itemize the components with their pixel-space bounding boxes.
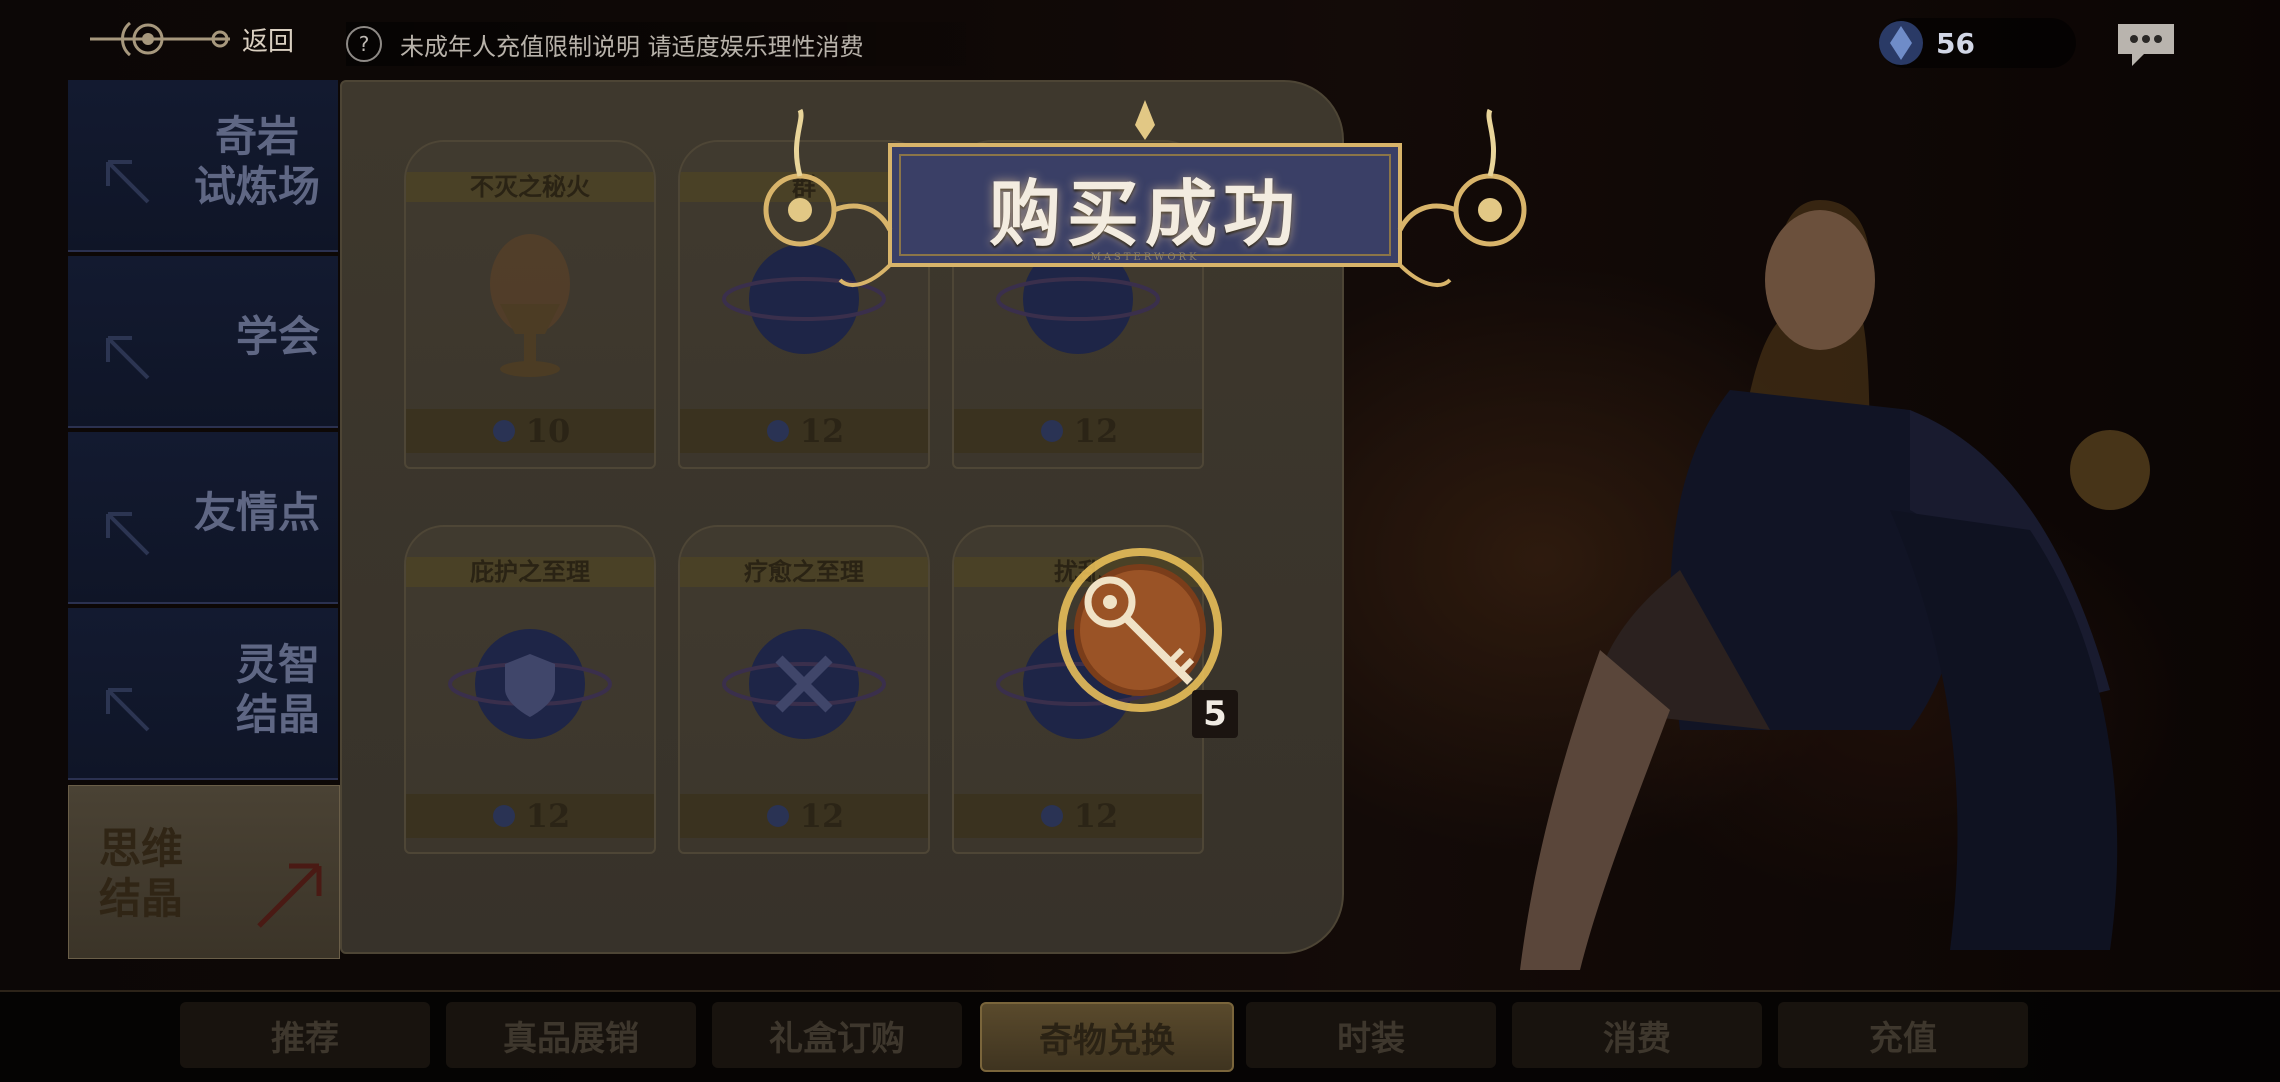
- product-card[interactable]: 不灭之秘火 10: [404, 140, 656, 469]
- bottom-tab-bar: 推荐 真品展销 礼盒订购 奇物兑换 时装 消费 充值: [0, 990, 2280, 1082]
- blue-token-icon: [1040, 805, 1063, 827]
- price-value: 12: [1073, 412, 1119, 450]
- price-tag: 12: [680, 409, 928, 453]
- tab-curio-exchange[interactable]: 奇物兑换: [980, 1002, 1234, 1072]
- price-value: 12: [799, 412, 845, 450]
- product-name: 疗愈之至理: [680, 557, 928, 587]
- price-value: 12: [525, 797, 571, 835]
- chat-icon[interactable]: [2114, 20, 2178, 70]
- product-card[interactable]: 疗愈之至理 12: [678, 525, 930, 854]
- blue-token-icon: [766, 420, 789, 442]
- category-label: 奇岩 试炼场: [193, 112, 320, 211]
- arrow-up-left-icon: [106, 160, 150, 204]
- top-bar: 返回 ? 未成年人充值限制说明 请适度娱乐理性消费 56: [0, 0, 2280, 80]
- price-tag: 12: [954, 409, 1202, 453]
- product-name: 庇护之至理: [406, 557, 654, 587]
- arrow-up-left-icon: [106, 512, 150, 556]
- purchase-success-title: 购买成功: [988, 171, 1301, 256]
- currency-display[interactable]: 56: [1879, 18, 2076, 68]
- price-tag: 12: [406, 794, 654, 838]
- price-value: 12: [1073, 797, 1119, 835]
- category-label: 思维 结晶: [99, 824, 184, 923]
- price-tag: 12: [680, 794, 928, 838]
- tab-recharge[interactable]: 充值: [1778, 1002, 2028, 1068]
- category-label: 友情点: [193, 488, 320, 537]
- category-academy[interactable]: 学会: [68, 256, 338, 428]
- blue-token-icon: [766, 805, 789, 827]
- notice-text: 未成年人充值限制说明 请适度娱乐理性消费: [400, 32, 864, 61]
- currency-value: 56: [1936, 26, 1975, 60]
- price-tag: 12: [954, 794, 1202, 838]
- shield-orb-icon: [448, 629, 612, 739]
- tab-spending[interactable]: 消费: [1512, 1002, 1762, 1068]
- category-label: 学会: [235, 312, 320, 361]
- tab-genuine-sale[interactable]: 真品展销: [446, 1002, 696, 1068]
- tab-costume[interactable]: 时装: [1246, 1002, 1496, 1068]
- blue-token-icon: [492, 805, 515, 827]
- price-tag: 10: [406, 409, 654, 453]
- category-wisdom-crystal[interactable]: 灵智 结晶: [68, 608, 338, 780]
- back-button[interactable]: 返回: [90, 14, 300, 64]
- category-label: 灵智 结晶: [235, 640, 320, 739]
- blue-token-icon: [492, 420, 515, 442]
- ornate-back-icon: [90, 21, 230, 57]
- category-thinking-crystal[interactable]: 思维 结晶: [68, 785, 340, 959]
- cross-orb-icon: [722, 629, 886, 739]
- arrow-up-left-icon: [106, 336, 150, 380]
- crystal-currency-icon: [1879, 21, 1923, 65]
- notice-banner[interactable]: ? 未成年人充值限制说明 请适度娱乐理性消费: [346, 22, 966, 66]
- question-icon[interactable]: ?: [346, 26, 382, 62]
- price-value: 10: [525, 412, 571, 450]
- tab-gift-box[interactable]: 礼盒订购: [712, 1002, 962, 1068]
- category-qiyan-trial[interactable]: 奇岩 试炼场: [68, 80, 338, 252]
- arrow-up-right-icon: [257, 863, 322, 928]
- product-card[interactable]: 庇护之至理 12: [404, 525, 656, 854]
- product-name: 不灭之秘火: [406, 172, 654, 202]
- purchase-success-banner: 购买成功 MASTERWORK: [740, 100, 1550, 300]
- back-label: 返回: [242, 26, 295, 57]
- tab-recommend[interactable]: 推荐: [180, 1002, 430, 1068]
- blue-token-icon: [1040, 420, 1063, 442]
- chalice-icon: [490, 234, 570, 377]
- price-value: 12: [799, 797, 845, 835]
- reward-count: 5: [1192, 690, 1238, 738]
- banner-subtitle: MASTERWORK: [1090, 252, 1200, 263]
- arrow-up-left-icon: [106, 688, 150, 732]
- category-friendship[interactable]: 友情点: [68, 432, 338, 604]
